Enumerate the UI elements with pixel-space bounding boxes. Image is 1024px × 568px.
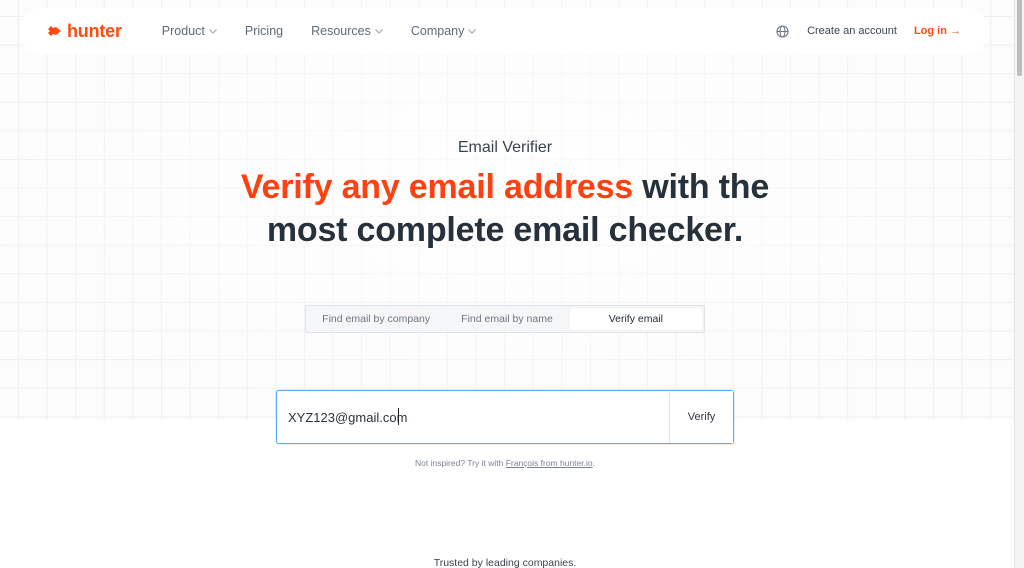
nav-item-label: Product — [161, 24, 205, 38]
globe-icon[interactable] — [776, 24, 789, 38]
headline-accent: Verify any email address — [240, 168, 633, 206]
headline-line-2: most complete email checker. — [266, 211, 744, 249]
nav-item-label: Resources — [311, 24, 371, 38]
top-navbar: hunter Product Pricing Resources Company… — [19, 8, 989, 54]
trusted-by-heading: Trusted by leading companies. — [433, 557, 577, 568]
scrollbar-thumb[interactable] — [1017, 0, 1022, 76]
nav-right: Create an account Log in → — [776, 24, 961, 38]
nav-item-product[interactable]: Product — [162, 24, 217, 38]
chevron-down-icon — [209, 28, 217, 34]
headline-rest: with the — [633, 168, 770, 206]
search-mode-tabs: Find email by company Find email by name… — [305, 305, 705, 333]
nav-item-label: Company — [410, 24, 465, 38]
chevron-down-icon — [375, 28, 383, 34]
create-account-link[interactable]: Create an account — [807, 25, 897, 37]
verify-button[interactable]: Verify — [669, 391, 733, 443]
nav-item-pricing[interactable]: Pricing — [245, 24, 283, 38]
hint-suffix: . — [592, 458, 595, 468]
nav-menu: Product Pricing Resources Company — [162, 24, 505, 38]
tab-find-by-company[interactable]: Find email by company — [308, 308, 444, 330]
chevron-down-icon — [468, 28, 477, 34]
hint-prefix: Not inspired? Try it with — [414, 458, 506, 468]
logo-text: hunter — [67, 20, 122, 41]
page-scrollbar[interactable] — [1014, 0, 1024, 568]
verify-form: Verify — [276, 390, 734, 444]
hint-text: Not inspired? Try it with François from … — [0, 458, 1010, 468]
example-email-link[interactable]: François from hunter.io — [506, 458, 593, 468]
page-eyebrow: Email Verifier — [457, 139, 553, 156]
nav-item-label: Pricing — [244, 24, 284, 38]
tab-find-by-name[interactable]: Find email by name — [444, 308, 569, 330]
email-input[interactable] — [277, 391, 669, 443]
fox-logo-icon — [48, 26, 61, 36]
hunter-logo[interactable]: hunter — [47, 21, 122, 42]
nav-item-resources[interactable]: Resources — [311, 24, 383, 38]
page-title: Verify any email address with the most c… — [0, 166, 1010, 252]
nav-item-company[interactable]: Company — [411, 24, 477, 38]
tab-verify-email[interactable]: Verify email — [569, 308, 702, 330]
login-link[interactable]: Log in → — [914, 25, 961, 37]
text-caret — [398, 408, 399, 425]
